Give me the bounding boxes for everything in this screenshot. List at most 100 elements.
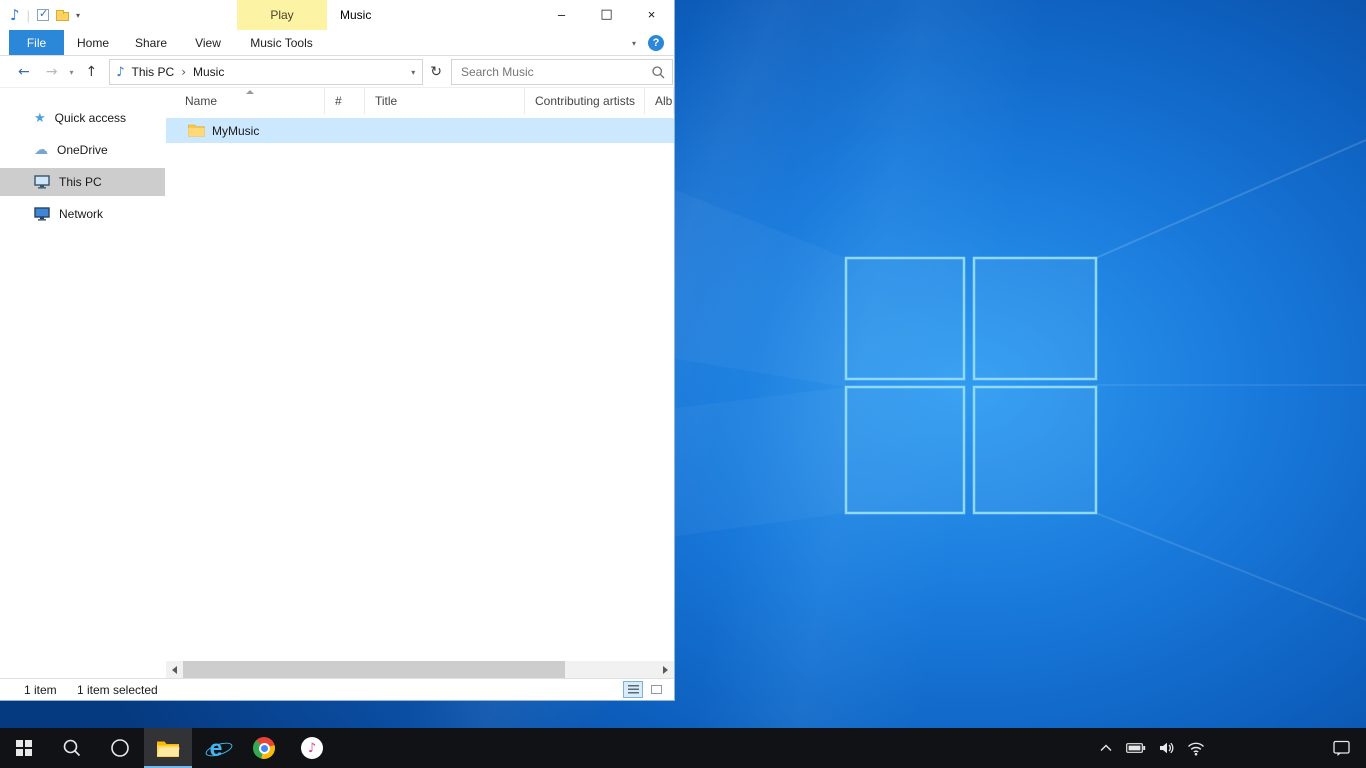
caption-buttons: – □ × <box>539 0 674 30</box>
star-icon: ★ <box>34 111 46 126</box>
sidebar-item-label: Quick access <box>55 111 126 125</box>
tab-home[interactable]: Home <box>64 30 122 55</box>
column-header-name[interactable]: Name <box>166 88 325 114</box>
sort-ascending-icon <box>246 90 254 94</box>
selected-count: 1 item selected <box>77 679 158 701</box>
address-bar[interactable]: ♪ This PC › Music ▾ <box>109 59 423 85</box>
sidebar-item-onedrive[interactable]: ☁ OneDrive <box>0 136 165 164</box>
scroll-right-icon <box>663 666 668 674</box>
view-toggle-buttons <box>623 681 666 698</box>
column-header-number[interactable]: # <box>325 88 365 114</box>
refresh-button[interactable]: ↻ <box>430 64 442 80</box>
file-explorer-icon <box>156 739 180 758</box>
taskbar: e ♪ <box>0 728 1366 768</box>
chevron-up-icon <box>1099 743 1113 753</box>
back-button[interactable]: ← <box>18 64 30 80</box>
cloud-icon: ☁ <box>34 142 48 158</box>
app-music-note-icon: ♪ <box>10 6 20 24</box>
itunes-icon: ♪ <box>301 737 323 759</box>
battery-icon <box>1126 742 1146 754</box>
window-title: Music <box>340 0 371 30</box>
tab-view[interactable]: View <box>180 30 236 55</box>
scrollbar-thumb[interactable] <box>183 661 565 678</box>
ribbon-right-controls: ▾ ? <box>632 30 664 56</box>
qat-separator: | <box>27 8 30 23</box>
help-button[interactable]: ? <box>648 35 664 51</box>
breadcrumb-separator-icon[interactable]: › <box>181 65 186 79</box>
sidebar-item-this-pc[interactable]: This PC <box>0 168 165 196</box>
maximize-button[interactable]: □ <box>584 0 629 30</box>
location-music-icon: ♪ <box>116 65 124 80</box>
volume-icon <box>1158 740 1174 756</box>
action-center-button[interactable] <box>1328 728 1356 768</box>
ribbon-tabs: File Home Share View Music Tools ▾ ? <box>0 30 674 56</box>
search-box <box>451 59 673 85</box>
minimize-button[interactable]: – <box>539 0 584 30</box>
network-button[interactable] <box>1184 728 1208 768</box>
column-header-title[interactable]: Title <box>365 88 525 114</box>
breadcrumb-music[interactable]: Music <box>193 65 224 79</box>
up-button[interactable]: ↑ <box>85 64 97 80</box>
system-tray <box>1094 728 1208 768</box>
tab-share[interactable]: Share <box>122 30 180 55</box>
forward-button[interactable]: → <box>46 64 58 80</box>
search-input[interactable] <box>452 60 672 84</box>
windows-logo-icon <box>16 740 32 756</box>
tab-music-tools[interactable]: Music Tools <box>236 30 327 55</box>
new-folder-icon[interactable] <box>56 12 69 21</box>
properties-icon[interactable]: ✓ <box>37 9 49 21</box>
hidden-icons-button[interactable] <box>1094 728 1118 768</box>
scrollbar-track[interactable] <box>183 661 657 678</box>
sidebar-item-label: Network <box>59 207 103 221</box>
network-icon <box>34 207 50 221</box>
taskbar-itunes[interactable]: ♪ <box>288 728 336 768</box>
navigation-pane: ★ Quick access ☁ OneDrive This PC Networ… <box>0 88 165 678</box>
sidebar-item-quick-access[interactable]: ★ Quick access <box>0 104 165 132</box>
start-button[interactable] <box>0 728 48 768</box>
scroll-left-icon <box>172 666 177 674</box>
status-bar: 1 item 1 item selected <box>0 678 674 700</box>
item-count: 1 item <box>24 679 57 701</box>
large-icons-view-button[interactable] <box>646 681 666 698</box>
customize-qat-chevron-icon[interactable]: ▾ <box>76 11 80 20</box>
scroll-right-button[interactable] <box>657 661 674 678</box>
search-icon <box>652 66 665 79</box>
sidebar-item-label: OneDrive <box>57 143 108 157</box>
taskbar-internet-explorer[interactable]: e <box>192 728 240 768</box>
search-icon <box>62 738 82 758</box>
battery-button[interactable] <box>1124 728 1148 768</box>
large-icons-view-icon <box>651 685 662 694</box>
pc-icon <box>34 175 50 189</box>
address-toolbar: ← → ▾ ↑ ♪ This PC › Music ▾ ↻ <box>0 57 674 88</box>
file-row-mymusic[interactable]: MyMusic <box>166 118 674 143</box>
volume-button[interactable] <box>1154 728 1178 768</box>
taskbar-search-button[interactable] <box>48 728 96 768</box>
taskbar-chrome[interactable] <box>240 728 288 768</box>
file-name: MyMusic <box>212 124 259 138</box>
taskbar-file-explorer[interactable] <box>144 728 192 768</box>
sidebar-item-network[interactable]: Network <box>0 200 165 228</box>
expand-ribbon-chevron-icon[interactable]: ▾ <box>632 39 636 48</box>
wifi-icon <box>1187 741 1205 756</box>
title-bar: ♪ | ✓ ▾ Play Music – □ × <box>0 0 674 30</box>
details-view-icon <box>628 685 639 694</box>
scroll-left-button[interactable] <box>166 661 183 678</box>
internet-explorer-icon: e <box>210 736 223 760</box>
breadcrumb-this-pc[interactable]: This PC <box>132 65 175 79</box>
chrome-icon <box>253 737 275 759</box>
folder-icon <box>188 124 205 137</box>
file-explorer-window: ♪ | ✓ ▾ Play Music – □ × File Home Share… <box>0 0 675 701</box>
address-dropdown-chevron-icon[interactable]: ▾ <box>411 68 415 77</box>
column-header-contributing-artists[interactable]: Contributing artists <box>525 88 645 114</box>
horizontal-scrollbar[interactable] <box>166 661 674 678</box>
cortana-button[interactable] <box>96 728 144 768</box>
contextual-tab-group-play[interactable]: Play <box>237 0 327 30</box>
quick-access-toolbar: ♪ | ✓ ▾ <box>10 0 80 30</box>
tab-file[interactable]: File <box>9 30 64 55</box>
details-view-button[interactable] <box>623 681 643 698</box>
cortana-icon <box>109 737 131 759</box>
close-button[interactable]: × <box>629 0 674 30</box>
column-header-album[interactable]: Alb <box>645 88 674 114</box>
recent-locations-chevron-icon[interactable]: ▾ <box>69 68 73 77</box>
column-headers: Name # Title Contributing artists Alb <box>166 88 674 114</box>
